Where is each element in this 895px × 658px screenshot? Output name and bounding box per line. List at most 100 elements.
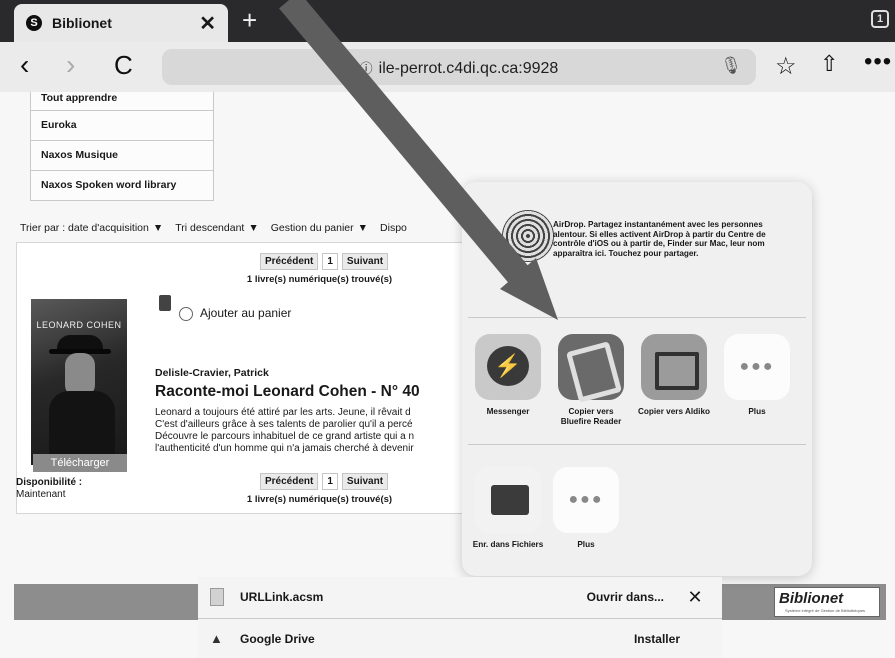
reload-button[interactable]: C bbox=[114, 50, 133, 81]
cover-title: LEONARD COHEN bbox=[36, 320, 122, 330]
divider bbox=[468, 444, 806, 445]
google-drive-row: ▲ Google Drive Installer bbox=[198, 618, 722, 658]
results-count: 1 livre(s) numérique(s) trouvé(s) bbox=[246, 494, 393, 505]
availability-label: Disponibilité : bbox=[16, 477, 83, 488]
app-label: Messenger bbox=[486, 407, 530, 416]
share-app-aldiko[interactable]: Copier vers Aldiko bbox=[636, 334, 712, 417]
share-icon[interactable]: ⇧ bbox=[820, 51, 838, 77]
pager-bottom: Précédent 1 Suivant bbox=[260, 473, 389, 490]
logo-subtitle: Système intégré de Gestion de Bibliothèq… bbox=[785, 608, 866, 613]
tab-count-button[interactable]: 1 bbox=[871, 10, 889, 28]
results-panel: Précédent 1 Suivant 1 livre(s) numérique… bbox=[16, 242, 516, 514]
chevron-down-icon: ▼ bbox=[248, 222, 259, 234]
summary-line: Leonard a toujours été attiré par les ar… bbox=[155, 407, 411, 418]
browser-toolbar: ‹ › C ⓘ ile-perrot.c4di.qc.ca:9928 🎙 ☆ ⇧ … bbox=[0, 42, 895, 92]
summary-line: C'est d'ailleurs grâce à ses talents de … bbox=[155, 419, 413, 430]
availability-value: Maintenant bbox=[16, 489, 66, 500]
menu-item-naxos-spoken-word[interactable]: Naxos Spoken word library bbox=[31, 170, 213, 200]
results-count: 1 livre(s) numérique(s) trouvé(s) bbox=[246, 274, 393, 285]
new-tab-icon[interactable]: + bbox=[242, 5, 257, 36]
download-popover: URLLink.acsm Ouvrir dans... ✕ ▲ Google D… bbox=[198, 577, 722, 658]
sort-by-dropdown[interactable]: Trier par : date d'acquisition ▼ bbox=[20, 222, 163, 234]
close-icon[interactable]: ✕ bbox=[680, 587, 710, 608]
sort-by-label: Trier par : date d'acquisition bbox=[20, 222, 149, 234]
folder-icon bbox=[475, 467, 541, 533]
close-tab-icon[interactable]: ✕ bbox=[199, 11, 216, 36]
drive-name: Google Drive bbox=[240, 631, 315, 646]
ebook-icon bbox=[159, 295, 171, 311]
bookmark-star-icon[interactable]: ☆ bbox=[775, 52, 797, 81]
aldiko-icon bbox=[641, 334, 707, 400]
airdrop-description: AirDrop. Partagez instantanément avec le… bbox=[553, 220, 766, 258]
availability-filter-label: Dispo bbox=[380, 222, 407, 234]
messenger-icon bbox=[475, 334, 541, 400]
action-label: Plus bbox=[577, 540, 595, 549]
share-app-messenger[interactable]: Messenger bbox=[470, 334, 546, 417]
site-favicon-icon: S bbox=[26, 15, 42, 31]
share-app-more[interactable]: ●●● Plus bbox=[719, 334, 795, 417]
logo-text: Biblionet bbox=[779, 590, 844, 607]
book-summary: Leonard a toujours été attiré par les ar… bbox=[155, 407, 511, 455]
add-to-cart-label[interactable]: Ajouter au panier bbox=[200, 306, 291, 320]
biblionet-logo: Biblionet Système intégré de Gestion de … bbox=[774, 587, 880, 617]
book-cover[interactable]: LEONARD COHEN bbox=[31, 299, 127, 465]
next-page-button[interactable]: Suivant bbox=[341, 473, 389, 490]
back-button[interactable]: ‹ bbox=[20, 49, 29, 81]
resources-menu: Tout apprendre Euroka Naxos Musique Naxo… bbox=[30, 92, 214, 201]
page-number-button[interactable]: 1 bbox=[322, 253, 338, 270]
book-author: Delisle-Cravier, Patrick bbox=[155, 367, 269, 379]
summary-line: Découvre le parcours inhabituel de ce gr… bbox=[155, 431, 415, 442]
tab-biblionet[interactable]: S Biblionet ✕ bbox=[14, 4, 228, 42]
next-page-button[interactable]: Suivant bbox=[341, 253, 389, 270]
open-in-button[interactable]: Ouvrir dans... bbox=[587, 590, 664, 604]
share-sheet: AirDrop. Partagez instantanément avec le… bbox=[462, 182, 812, 576]
url-text: ile-perrot.c4di.qc.ca:9928 bbox=[378, 60, 559, 77]
more-options-icon[interactable]: ••• bbox=[864, 48, 892, 76]
pager-top: Précédent 1 Suivant bbox=[260, 253, 389, 270]
file-icon bbox=[210, 588, 224, 606]
tab-bar: S Biblionet ✕ + 1 bbox=[0, 0, 895, 42]
install-button[interactable]: Installer bbox=[634, 632, 680, 646]
app-label: Plus bbox=[748, 407, 766, 416]
address-bar[interactable]: ⓘ ile-perrot.c4di.qc.ca:9928 🎙 bbox=[162, 49, 756, 85]
previous-page-button[interactable]: Précédent bbox=[260, 253, 319, 270]
divider bbox=[468, 317, 806, 318]
bluefire-reader-icon bbox=[558, 334, 624, 400]
chevron-down-icon: ▼ bbox=[357, 222, 369, 234]
airdrop-icon[interactable] bbox=[502, 210, 554, 262]
cart-management-label: Gestion du panier bbox=[270, 222, 354, 234]
menu-item-tout-apprendre[interactable]: Tout apprendre bbox=[31, 92, 213, 110]
availability-info: Disponibilité : Maintenant bbox=[16, 477, 82, 501]
add-to-cart-checkbox[interactable] bbox=[179, 307, 193, 321]
share-action-more[interactable]: ●●● Plus bbox=[548, 467, 624, 550]
menu-item-naxos-musique[interactable]: Naxos Musique bbox=[31, 140, 213, 170]
download-button[interactable]: Télécharger bbox=[33, 454, 127, 472]
share-app-bluefire[interactable]: Copier vers Bluefire Reader bbox=[553, 334, 629, 426]
microphone-icon[interactable]: 🎙 bbox=[720, 56, 742, 76]
sort-toolbar: Trier par : date d'acquisition ▼ Tri des… bbox=[14, 216, 514, 240]
app-label: Copier vers Bluefire Reader bbox=[560, 407, 622, 426]
sort-order-dropdown[interactable]: Tri descendant ▼ bbox=[175, 222, 258, 234]
action-label: Enr. dans Fichiers bbox=[472, 540, 544, 549]
more-dots-icon: ●●● bbox=[724, 334, 790, 400]
file-name: URLLink.acsm bbox=[240, 590, 324, 604]
chevron-down-icon: ▼ bbox=[152, 222, 164, 234]
book-title[interactable]: Raconte-moi Leonard Cohen - N° 40 bbox=[155, 383, 420, 401]
google-drive-icon: ▲ bbox=[210, 631, 223, 646]
availability-filter[interactable]: Dispo bbox=[380, 222, 407, 234]
share-action-files[interactable]: Enr. dans Fichiers bbox=[470, 467, 546, 550]
info-icon: ⓘ bbox=[359, 61, 373, 76]
sort-order-label: Tri descendant bbox=[175, 222, 245, 234]
page-number-button[interactable]: 1 bbox=[322, 473, 338, 490]
menu-item-euroka[interactable]: Euroka bbox=[31, 110, 213, 140]
more-dots-icon: ●●● bbox=[553, 467, 619, 533]
tab-title: Biblionet bbox=[52, 15, 112, 31]
cart-management-dropdown[interactable]: Gestion du panier ▼ bbox=[271, 222, 368, 234]
forward-button[interactable]: › bbox=[66, 49, 75, 81]
summary-line: l'authenticité d'un homme qui n'a jamais… bbox=[155, 443, 414, 454]
downloaded-file-row: URLLink.acsm Ouvrir dans... ✕ bbox=[198, 577, 722, 617]
cover-coat-shape bbox=[49, 391, 115, 455]
previous-page-button[interactable]: Précédent bbox=[260, 473, 319, 490]
app-label: Copier vers Aldiko bbox=[637, 407, 711, 416]
url-display: ⓘ ile-perrot.c4di.qc.ca:9928 bbox=[162, 58, 756, 78]
